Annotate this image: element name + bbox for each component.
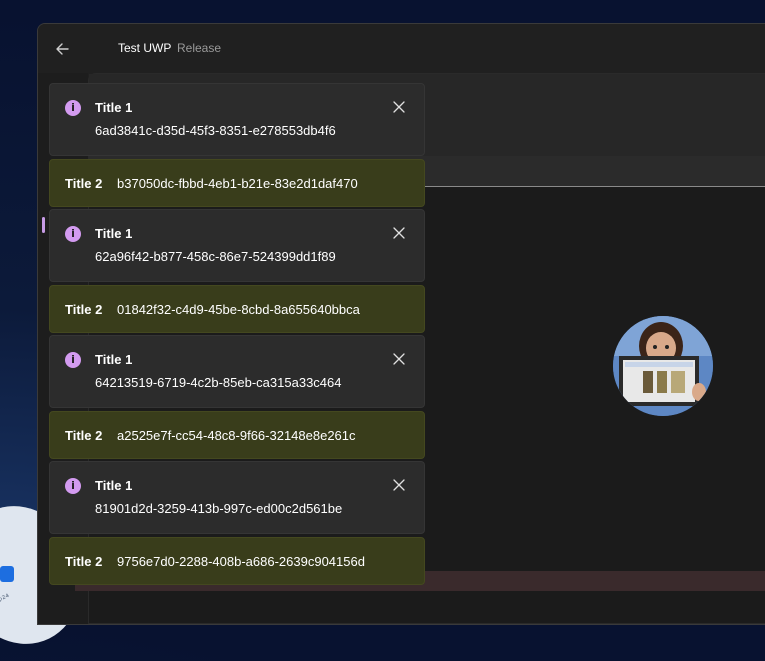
avatar (613, 316, 713, 416)
info-icon: i (65, 100, 81, 116)
toast-title: Title 2 (65, 176, 103, 191)
toast-title: Title 1 (95, 478, 133, 493)
notification-toast-warning: Title 2 b37050dc-fbbd-4eb1-b21e-83e2d1da… (49, 159, 425, 207)
notification-toast-warning: Title 2 01842f32-c4d9-45be-8cbd-8a655640… (49, 285, 425, 333)
app-title: Test UWP (118, 41, 172, 55)
toast-close-button[interactable] (388, 222, 410, 244)
close-icon (393, 101, 405, 113)
info-icon: i (65, 352, 81, 368)
toast-title: Title 2 (65, 428, 103, 443)
toast-title: Title 2 (65, 302, 103, 317)
back-button[interactable] (52, 38, 74, 60)
app-subtitle: Release (177, 41, 222, 55)
notification-toast-info: i Title 1 81901d2d-3259-413b-997c-ed00c2… (49, 461, 425, 534)
info-icon: i (65, 226, 81, 242)
toast-message: 6ad3841c-d35d-45f3-8351-e278553db4f6 (95, 123, 336, 138)
toast-close-button[interactable] (388, 96, 410, 118)
close-icon (393, 479, 405, 491)
toast-title: Title 1 (95, 352, 133, 367)
toast-message: b37050dc-fbbd-4eb1-b21e-83e2d1daf470 (117, 176, 358, 191)
notification-toast-info: i Title 1 6ad3841c-d35d-45f3-8351-e27855… (49, 83, 425, 156)
desktop-icon-fragment (0, 566, 14, 582)
notification-toast-info: i Title 1 64213519-6719-4c2b-85eb-ca315a… (49, 335, 425, 408)
back-arrow-icon (56, 43, 69, 55)
toast-message: 81901d2d-3259-413b-997c-ed00c2d561be (95, 501, 343, 516)
toast-title: Title 1 (95, 226, 133, 241)
info-icon: i (65, 478, 81, 494)
notification-toast-warning: Title 2 9756e7d0-2288-408b-a686-2639c904… (49, 537, 425, 585)
toast-message: 9756e7d0-2288-408b-a686-2639c904156d (117, 554, 365, 569)
toast-close-button[interactable] (388, 474, 410, 496)
toast-close-button[interactable] (388, 348, 410, 370)
notification-toast-warning: Title 2 a2525e7f-cc54-48c8-9f66-32148e8e… (49, 411, 425, 459)
toast-message: 62a96f42-b877-458c-86e7-524399dd1f89 (95, 249, 336, 264)
toast-message: 64213519-6719-4c2b-85eb-ca315a33c464 (95, 375, 342, 390)
nav-selection-indicator (42, 217, 45, 233)
title-bar: Test UWP Release (38, 24, 765, 73)
close-icon (393, 227, 405, 239)
close-icon (393, 353, 405, 365)
toast-message: a2525e7f-cc54-48c8-9f66-32148e8e261c (117, 428, 356, 443)
toast-title: Title 1 (95, 100, 133, 115)
toast-message: 01842f32-c4d9-45be-8cbd-8a655640bbca (117, 302, 360, 317)
avatar-image (613, 316, 713, 416)
notification-toast-info: i Title 1 62a96f42-b877-458c-86e7-524399… (49, 209, 425, 282)
toast-title: Title 2 (65, 554, 103, 569)
